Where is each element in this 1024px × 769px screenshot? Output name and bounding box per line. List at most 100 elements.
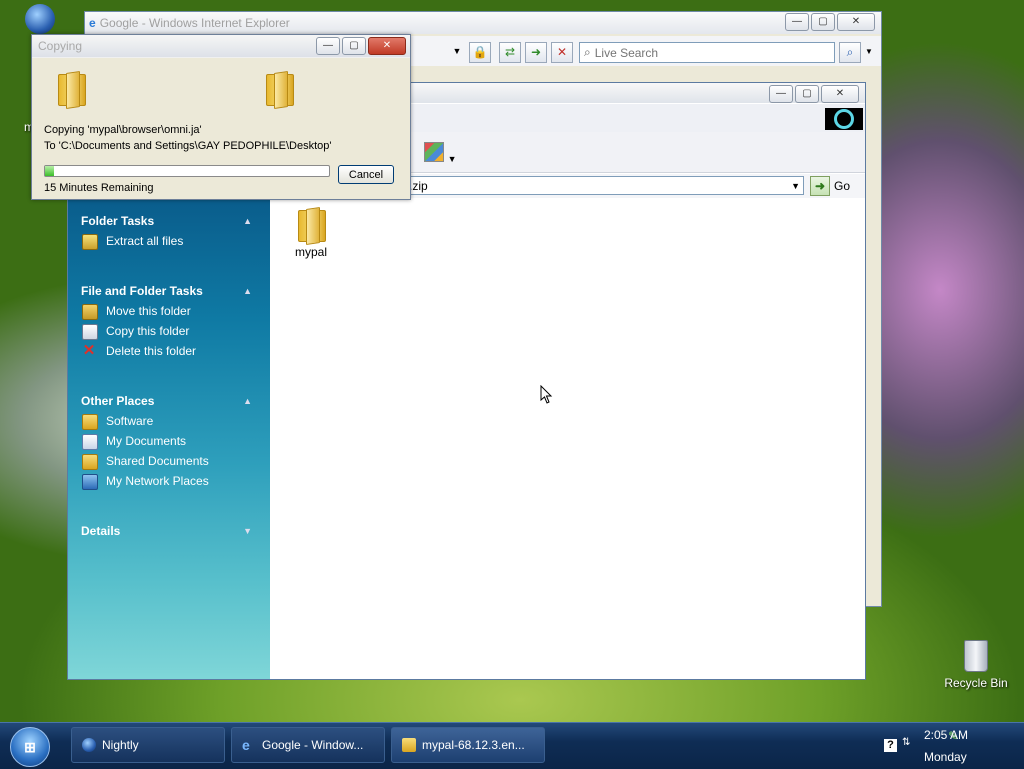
cancel-button[interactable]: Cancel <box>338 165 394 184</box>
folder-content[interactable]: mypal <box>271 200 865 679</box>
ie-titlebar[interactable]: e Google - Windows Internet Explorer — ▢… <box>85 12 881 34</box>
search-go-button[interactable]: ⌕ <box>839 42 861 63</box>
stop-icon[interactable]: ✕ <box>551 42 573 63</box>
recycle-bin-icon <box>964 640 988 672</box>
ie-window-title: Google - Windows Internet Explorer <box>99 16 290 30</box>
taskbar-button-explorer[interactable]: mypal-68.12.3.en... <box>391 727 545 763</box>
place-software[interactable]: Software <box>68 411 270 431</box>
taskbar-button-label: Nightly <box>102 738 139 752</box>
shared-folder-icon <box>82 454 98 470</box>
search-box[interactable]: ⌕ <box>579 42 835 63</box>
maximize-button[interactable]: ▢ <box>811 13 835 31</box>
chevron-down-icon: ▼ <box>447 154 457 164</box>
lock-icon[interactable]: 🔒 <box>469 42 491 63</box>
place-label: My Documents <box>106 434 187 448</box>
task-delete-folder[interactable]: ✕ Delete this folder <box>68 341 270 361</box>
refresh-icon[interactable]: ➜ <box>525 42 547 63</box>
ie-icon: e <box>242 737 250 753</box>
taskbar-button-nightly[interactable]: Nightly <box>71 727 225 763</box>
views-button[interactable]: ▼ <box>424 142 457 165</box>
collapse-icon[interactable]: ▲ <box>243 281 252 301</box>
copy-dialog-title: Copying <box>38 39 83 53</box>
dropdown-arrow-icon[interactable]: ▼ <box>447 42 467 61</box>
other-places-header[interactable]: Other Places ▲ <box>68 391 270 411</box>
mouse-cursor-icon <box>540 385 553 404</box>
place-label: Shared Documents <box>106 454 209 468</box>
details-group: Details ▼ <box>68 521 270 541</box>
search-icon: ⌕ <box>584 45 591 59</box>
copy-dialog-body: Copying 'mypal\browser\omni.ja' To 'C:\D… <box>32 58 410 199</box>
copy-destination-text: To 'C:\Documents and Settings\GAY PEDOPH… <box>44 140 332 152</box>
taskbar-button-label: Google - Window... <box>262 738 364 752</box>
copy-progress-fill <box>45 166 54 176</box>
minimize-button[interactable]: — <box>769 85 793 103</box>
maximize-button[interactable]: ▢ <box>342 37 366 55</box>
address-text: .zip <box>409 179 428 193</box>
folder-icon <box>296 206 326 242</box>
copy-source-text: Copying 'mypal\browser\omni.ja' <box>44 124 202 136</box>
dropdown-arrow-icon[interactable]: ▼ <box>791 177 800 196</box>
go-button[interactable]: ➜ Go <box>810 176 850 196</box>
place-label: My Network Places <box>106 474 209 488</box>
place-label: Software <box>106 414 154 428</box>
network-icon <box>82 474 98 490</box>
close-button[interactable]: ✕ <box>837 13 875 31</box>
clock-time[interactable]: 2:05 AM <box>924 728 968 742</box>
place-my-documents[interactable]: My Documents <box>68 431 270 451</box>
address-field[interactable]: .zip ▼ <box>348 176 804 195</box>
folder-tasks-header[interactable]: Folder Tasks ▲ <box>68 211 270 231</box>
file-folder-tasks-header[interactable]: File and Folder Tasks ▲ <box>68 281 270 301</box>
compat-view-icon[interactable]: ⇄ <box>499 42 521 63</box>
group-title: File and Folder Tasks <box>81 284 203 298</box>
copy-dialog-titlebar[interactable]: Copying — ▢ ✕ <box>32 35 410 57</box>
task-pane: Folder Tasks ▲ Extract all files File an… <box>68 200 270 679</box>
help-icon[interactable]: ? <box>884 739 897 752</box>
delete-icon: ✕ <box>82 342 96 359</box>
go-arrow-icon: ➜ <box>810 176 830 196</box>
taskbar-button-label: mypal-68.12.3.en... <box>422 738 525 752</box>
place-my-network-places[interactable]: My Network Places <box>68 471 270 491</box>
start-button[interactable]: ⊞ <box>10 727 50 767</box>
expand-icon[interactable]: ▼ <box>243 521 252 541</box>
collapse-icon[interactable]: ▲ <box>243 211 252 231</box>
minimize-button[interactable]: — <box>785 13 809 31</box>
task-move-folder[interactable]: Move this folder <box>68 301 270 321</box>
network-tray-icon[interactable]: ⇅ <box>902 737 910 748</box>
copy-progress-dialog[interactable]: Copying — ▢ ✕ Copying 'mypal\browser\omn… <box>31 34 411 200</box>
task-extract-all-files[interactable]: Extract all files <box>68 231 270 251</box>
task-copy-folder[interactable]: Copy this folder <box>68 321 270 341</box>
search-input[interactable] <box>590 44 827 61</box>
nightly-icon <box>82 738 96 752</box>
maximize-button[interactable]: ▢ <box>795 85 819 103</box>
globe-icon <box>25 4 55 34</box>
destination-folder-icon <box>264 70 294 106</box>
folder-icon <box>82 414 98 430</box>
windows-logo-icon <box>825 108 863 130</box>
close-button[interactable]: ✕ <box>368 37 406 55</box>
system-tray: ? ⇅ ✎ 2:05 AM Monday <box>844 723 1024 769</box>
place-shared-documents[interactable]: Shared Documents <box>68 451 270 471</box>
collapse-icon[interactable]: ▲ <box>243 391 252 411</box>
close-button[interactable]: ✕ <box>821 85 859 103</box>
folder-item-label: mypal <box>294 245 327 259</box>
ie-icon: e <box>89 16 96 30</box>
taskbar: ⊞ Nightly e Google - Window... mypal-68.… <box>0 722 1024 769</box>
zip-folder-icon <box>402 738 416 752</box>
details-header[interactable]: Details ▼ <box>68 521 270 541</box>
source-folder-icon <box>56 70 86 106</box>
task-label: Copy this folder <box>106 324 190 338</box>
minimize-button[interactable]: — <box>316 37 340 55</box>
desktop-icon-recycle-bin[interactable]: Recycle Bin <box>938 640 1014 690</box>
clock-day[interactable]: Monday <box>924 750 967 764</box>
group-title: Other Places <box>81 394 155 408</box>
windows-logo-icon: ⊞ <box>24 738 36 755</box>
folder-item-mypal[interactable]: mypal <box>289 206 333 259</box>
views-icon <box>424 142 444 162</box>
copy-icon <box>82 324 98 340</box>
file-folder-tasks-group: File and Folder Tasks ▲ Move this folder… <box>68 281 270 361</box>
folder-tasks-group: Folder Tasks ▲ Extract all files <box>68 211 270 251</box>
taskbar-button-ie[interactable]: e Google - Window... <box>231 727 385 763</box>
go-label: Go <box>834 179 851 193</box>
documents-icon <box>82 434 98 450</box>
search-options-button[interactable]: ▼ <box>859 42 879 61</box>
